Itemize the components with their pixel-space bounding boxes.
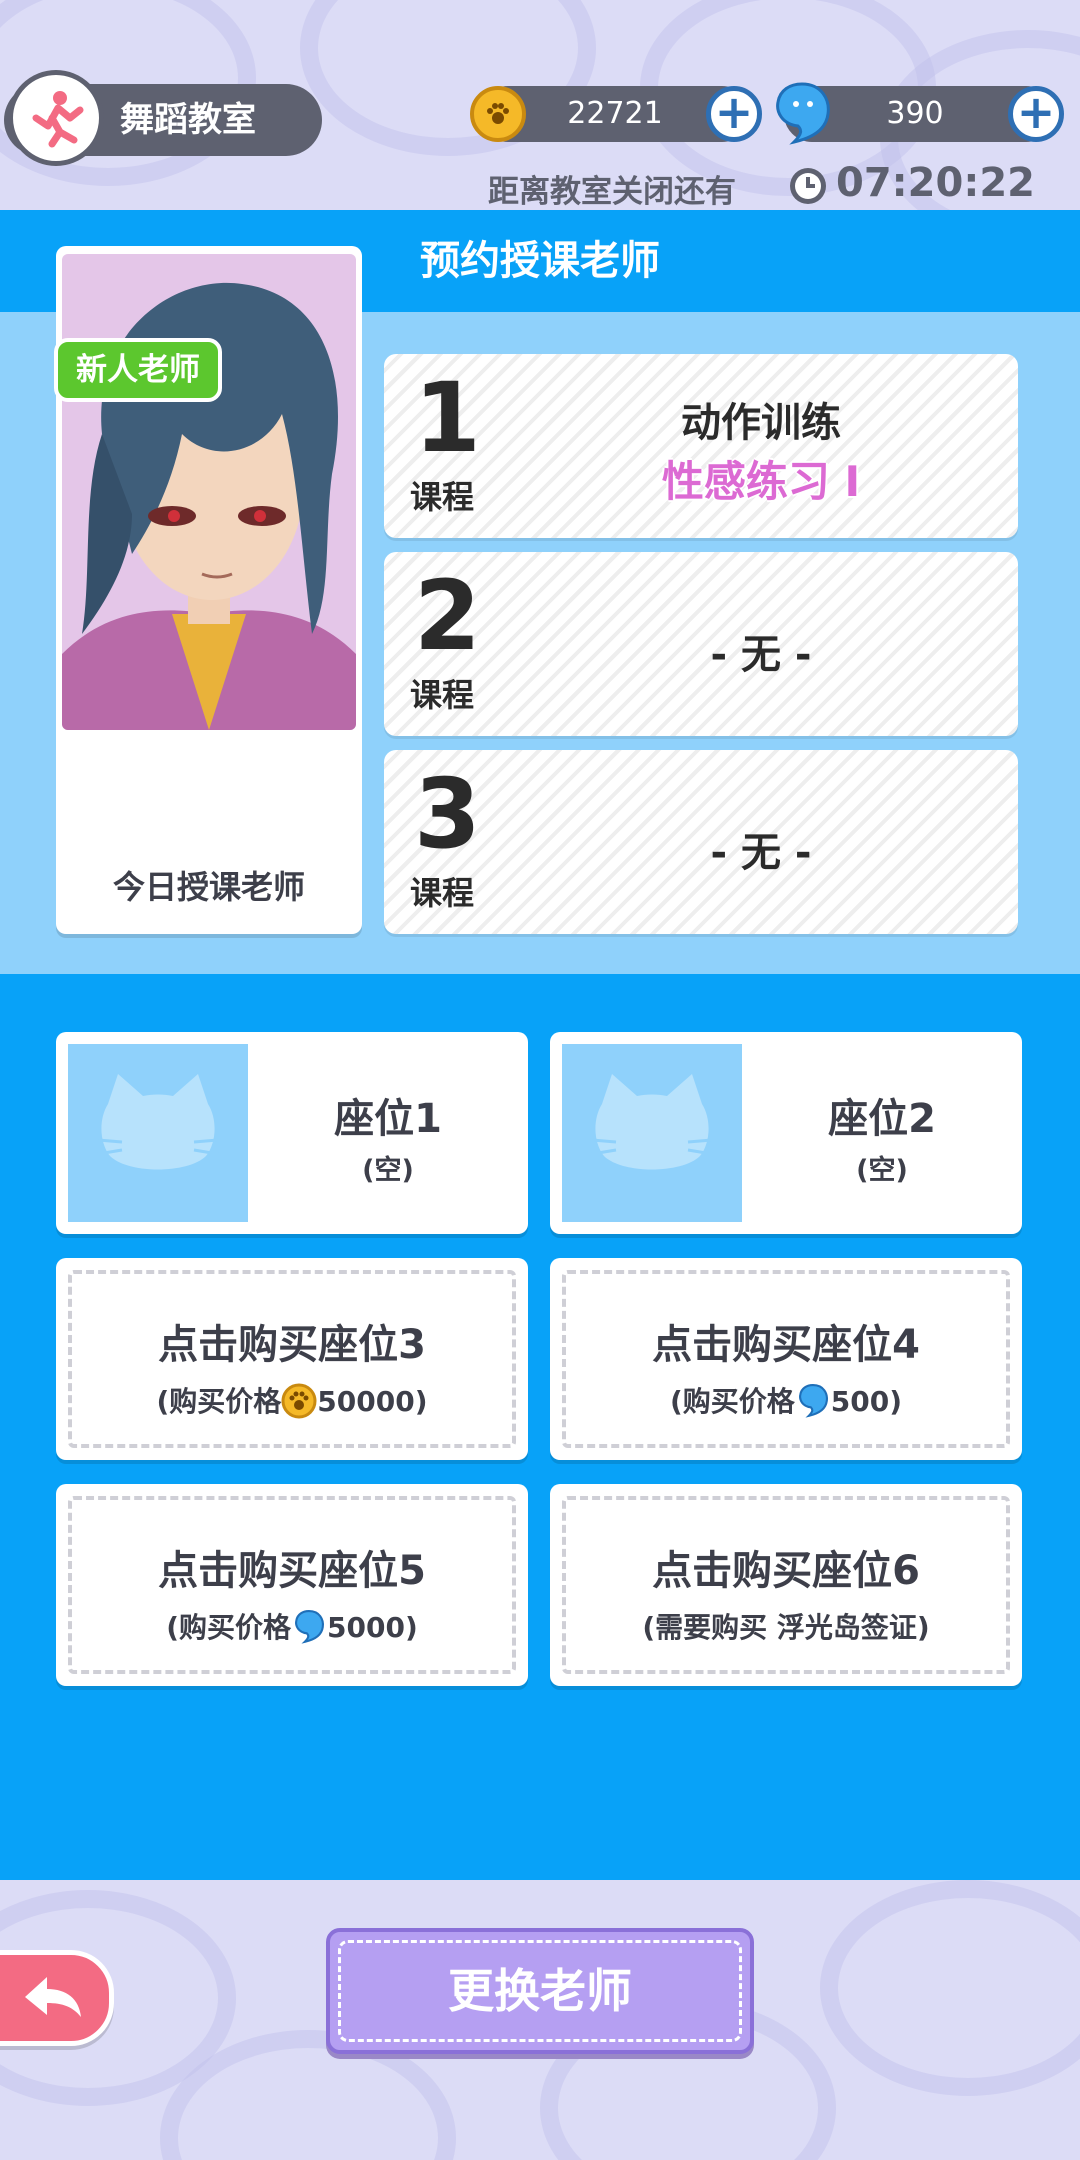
blue-gem-icon xyxy=(772,80,832,148)
back-button[interactable] xyxy=(0,1950,114,2046)
clock-icon xyxy=(790,168,826,204)
course-slot-2[interactable]: 2 课程 - 无 - xyxy=(384,552,1018,736)
price-prefix: (购买价格 xyxy=(669,1385,795,1418)
teacher-caption: 今日授课老师 xyxy=(112,868,305,906)
coin-count: 22721 xyxy=(567,96,663,131)
add-coins-button[interactable]: + xyxy=(706,86,762,142)
seat-cat-placeholder-icon xyxy=(68,1044,248,1222)
paw-coin-icon xyxy=(281,1383,317,1419)
buy-seat-title: 点击购买座位6 xyxy=(652,1548,920,1594)
course-slot-3[interactable]: 3 课程 - 无 - xyxy=(384,750,1018,934)
seat-1[interactable]: 座位1 (空) xyxy=(56,1032,528,1234)
buy-seat-title: 点击购买座位5 xyxy=(158,1548,426,1594)
course-number: 2 xyxy=(414,560,481,672)
course-word: 课程 xyxy=(410,874,475,912)
price-value: 5000) xyxy=(327,1611,418,1644)
seat-cat-placeholder-icon xyxy=(562,1044,742,1222)
buy-seat-5-button[interactable]: 点击购买座位5 (购买价格 5000) xyxy=(56,1484,528,1686)
price-prefix: (购买价格 xyxy=(156,1385,282,1418)
course-number: 1 xyxy=(414,362,481,474)
buy-seat-requirement: (需要购买 浮光岛签证) xyxy=(642,1611,930,1644)
price-value: 50000) xyxy=(317,1385,428,1418)
course-word: 课程 xyxy=(410,676,475,714)
course-slot-1[interactable]: 1 课程 动作训练 性感练习 I xyxy=(384,354,1018,538)
course-name: 性感练习 I xyxy=(661,457,861,506)
buy-seat-price: (购买价格 50000) xyxy=(56,1380,528,1420)
new-teacher-badge: 新人老师 xyxy=(54,338,222,402)
timer-label: 距离教室关闭还有 xyxy=(488,174,736,210)
blue-gem-icon xyxy=(795,1383,831,1419)
seat-title: 座位2 xyxy=(828,1096,936,1142)
top-bar: 舞蹈教室 22721 + 390 + 距离教室关闭还有 07:20:22 xyxy=(0,0,1080,210)
room-title: 舞蹈教室 xyxy=(120,100,256,140)
buy-seat-3-button[interactable]: 点击购买座位3 (购买价格 50000) xyxy=(56,1258,528,1460)
dance-icon xyxy=(8,70,104,166)
gem-count: 390 xyxy=(886,96,944,131)
paw-coin-icon xyxy=(470,86,526,142)
seat-status: (空) xyxy=(856,1155,908,1186)
course-category: 动作训练 xyxy=(681,400,841,446)
buy-seat-6-button[interactable]: 点击购买座位6 (需要购买 浮光岛签证) xyxy=(550,1484,1022,1686)
course-word: 课程 xyxy=(410,478,475,516)
add-gems-button[interactable]: + xyxy=(1008,86,1064,142)
timer-value: 07:20:22 xyxy=(836,160,1035,206)
buy-seat-price: (购买价格 500) xyxy=(550,1380,1022,1420)
seat-status: (空) xyxy=(362,1155,414,1186)
course-empty-label: - 无 - xyxy=(710,830,812,876)
seat-title: 座位1 xyxy=(334,1096,442,1142)
buy-seat-title: 点击购买座位3 xyxy=(158,1322,426,1368)
change-teacher-label: 更换老师 xyxy=(448,1964,632,2018)
change-teacher-button[interactable]: 更换老师 xyxy=(326,1928,754,2054)
buy-seat-title: 点击购买座位4 xyxy=(652,1322,920,1368)
course-number: 3 xyxy=(414,758,481,870)
seat-2[interactable]: 座位2 (空) xyxy=(550,1032,1022,1234)
buy-seat-price: (购买价格 5000) xyxy=(56,1606,528,1646)
price-prefix: (购买价格 xyxy=(166,1611,292,1644)
price-value: 500) xyxy=(830,1385,903,1418)
course-empty-label: - 无 - xyxy=(710,632,812,678)
buy-seat-4-button[interactable]: 点击购买座位4 (购买价格 500) xyxy=(550,1258,1022,1460)
blue-gem-icon xyxy=(291,1609,327,1645)
teacher-portrait xyxy=(62,254,356,730)
back-arrow-icon xyxy=(25,1977,81,2017)
